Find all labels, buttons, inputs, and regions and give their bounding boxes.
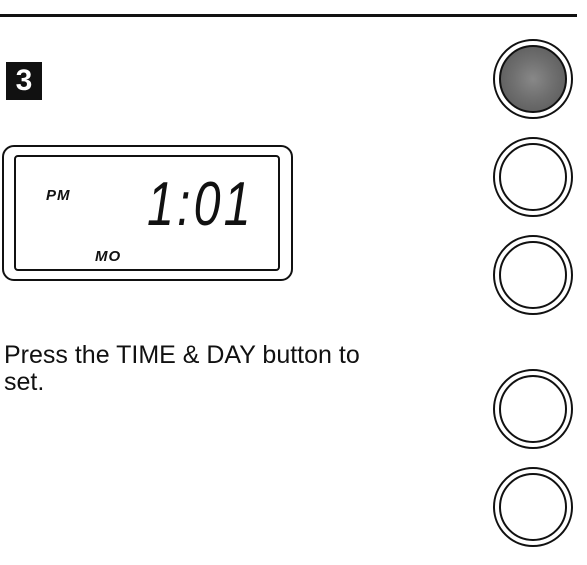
button-ring — [499, 473, 567, 541]
instruction-text: Press the TIME & DAY button to set. — [4, 341, 360, 396]
control-button-5[interactable] — [493, 467, 573, 547]
button-ring — [499, 143, 567, 211]
time-day-button[interactable] — [493, 39, 573, 119]
button-ring — [499, 241, 567, 309]
clock-display-frame: PM 1:01 MO — [2, 145, 293, 281]
control-button-4[interactable] — [493, 369, 573, 449]
button-ring — [499, 375, 567, 443]
top-divider — [0, 14, 577, 17]
button-ring — [499, 45, 567, 113]
display-time: 1:01 — [147, 170, 254, 239]
step-number-badge: 3 — [6, 62, 42, 100]
display-day: MO — [95, 248, 122, 265]
display-meridiem: PM — [46, 187, 71, 204]
control-button-2[interactable] — [493, 137, 573, 217]
clock-display-screen: PM 1:01 MO — [14, 155, 280, 271]
control-button-3[interactable] — [493, 235, 573, 315]
